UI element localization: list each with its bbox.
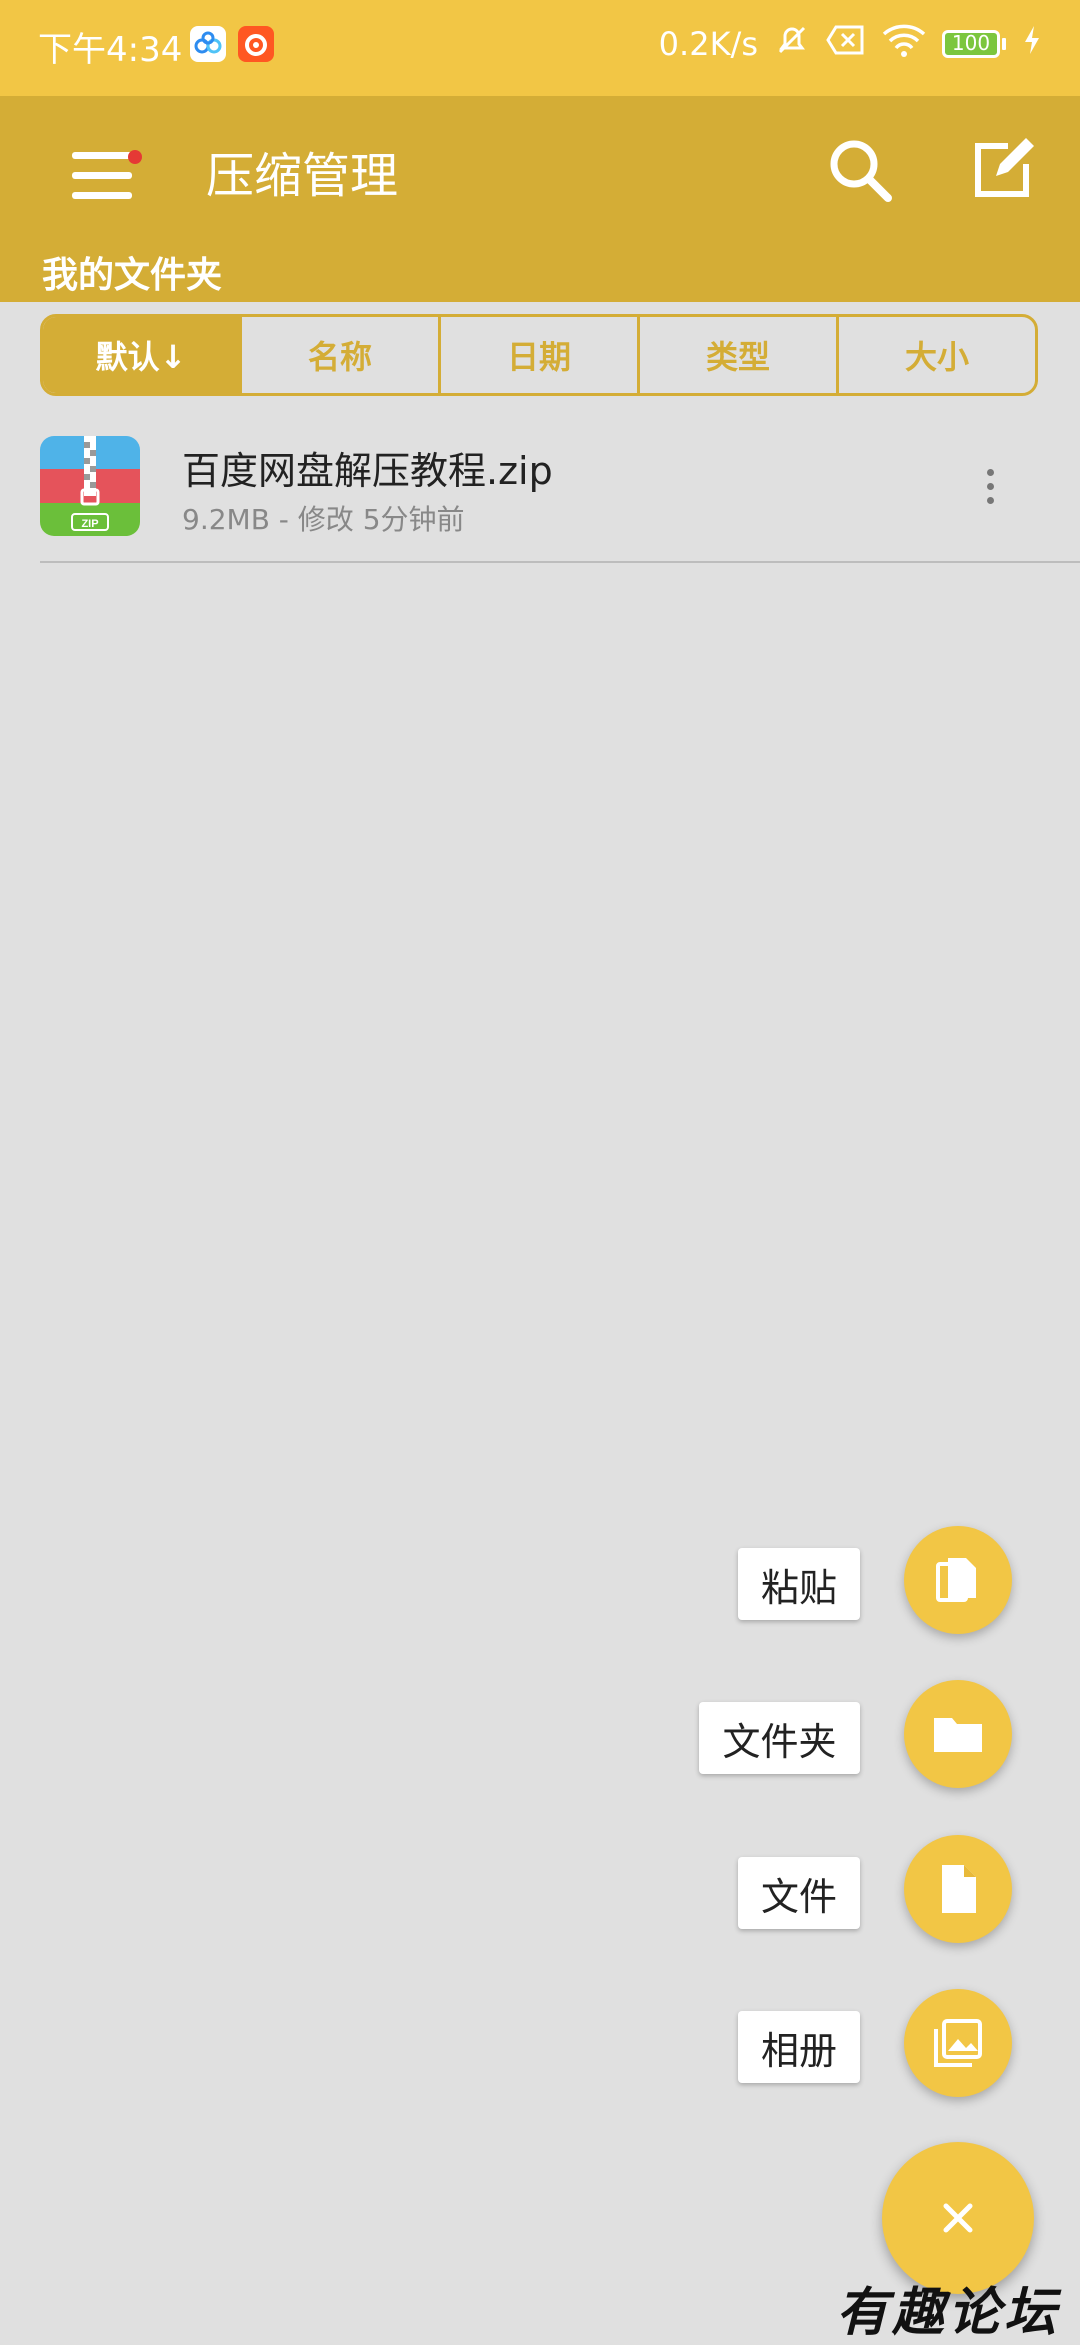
notification-dot: [128, 150, 142, 164]
sort-tab-name[interactable]: 名称: [239, 317, 438, 393]
battery-icon: 100: [942, 30, 1006, 58]
fab-label-file[interactable]: 文件: [738, 1857, 860, 1929]
fab-label-folder[interactable]: 文件夹: [699, 1702, 860, 1774]
file-list-item[interactable]: ZIP 百度网盘解压教程.zip 9.2MB - 修改 5分钟前: [0, 420, 1080, 562]
battery-level: 100: [951, 31, 991, 55]
sort-tab-type[interactable]: 类型: [637, 317, 836, 393]
sim-off-icon: [826, 23, 866, 65]
charging-icon: [1022, 24, 1042, 64]
sort-tabs: 默认↓ 名称 日期 类型 大小: [40, 314, 1038, 396]
album-button[interactable]: [904, 1989, 1012, 2097]
network-speed: 0.2K/s: [658, 25, 758, 63]
wifi-icon: [882, 22, 926, 66]
status-right-group: 0.2K/s 100: [659, 22, 1042, 66]
status-time: 下午4:34: [38, 30, 183, 70]
app-bar: 压缩管理 我的文件夹: [0, 96, 1080, 302]
page-title: 压缩管理: [206, 148, 399, 204]
mute-icon: [774, 22, 810, 66]
sort-tab-date[interactable]: 日期: [438, 317, 637, 393]
zip-file-icon: ZIP: [40, 436, 140, 536]
folder-label: 我的文件夹: [42, 255, 223, 296]
paste-button[interactable]: [904, 1526, 1012, 1634]
sort-tab-default[interactable]: 默认↓: [43, 317, 239, 393]
folder-icon: [934, 1718, 982, 1752]
file-icon: [942, 1865, 976, 1913]
new-folder-button[interactable]: [904, 1680, 1012, 1788]
list-divider: [40, 561, 1080, 563]
more-options-icon[interactable]: [970, 462, 1010, 522]
sort-tab-size[interactable]: 大小: [836, 317, 1035, 393]
paste-icon: [936, 1558, 976, 1602]
app-notification-icon: [238, 26, 274, 62]
new-file-button[interactable]: [904, 1835, 1012, 1943]
status-bar: 下午4:34 0.2K/s 100: [0, 0, 1080, 96]
album-icon: [934, 2019, 982, 2067]
file-meta: 9.2MB - 修改 5分钟前: [182, 503, 465, 536]
close-icon: [943, 2203, 973, 2233]
hamburger-menu-icon[interactable]: [62, 132, 146, 216]
edit-icon[interactable]: [956, 126, 1044, 214]
zip-icon-label: ZIP: [81, 518, 98, 530]
watermark: 有趣论坛: [836, 2282, 1061, 2343]
search-icon[interactable]: [816, 126, 904, 214]
baidu-netdisk-icon: [190, 26, 226, 62]
fab-label-album[interactable]: 相册: [738, 2011, 860, 2083]
file-name: 百度网盘解压教程.zip: [182, 449, 553, 493]
fab-label-paste[interactable]: 粘贴: [738, 1548, 860, 1620]
